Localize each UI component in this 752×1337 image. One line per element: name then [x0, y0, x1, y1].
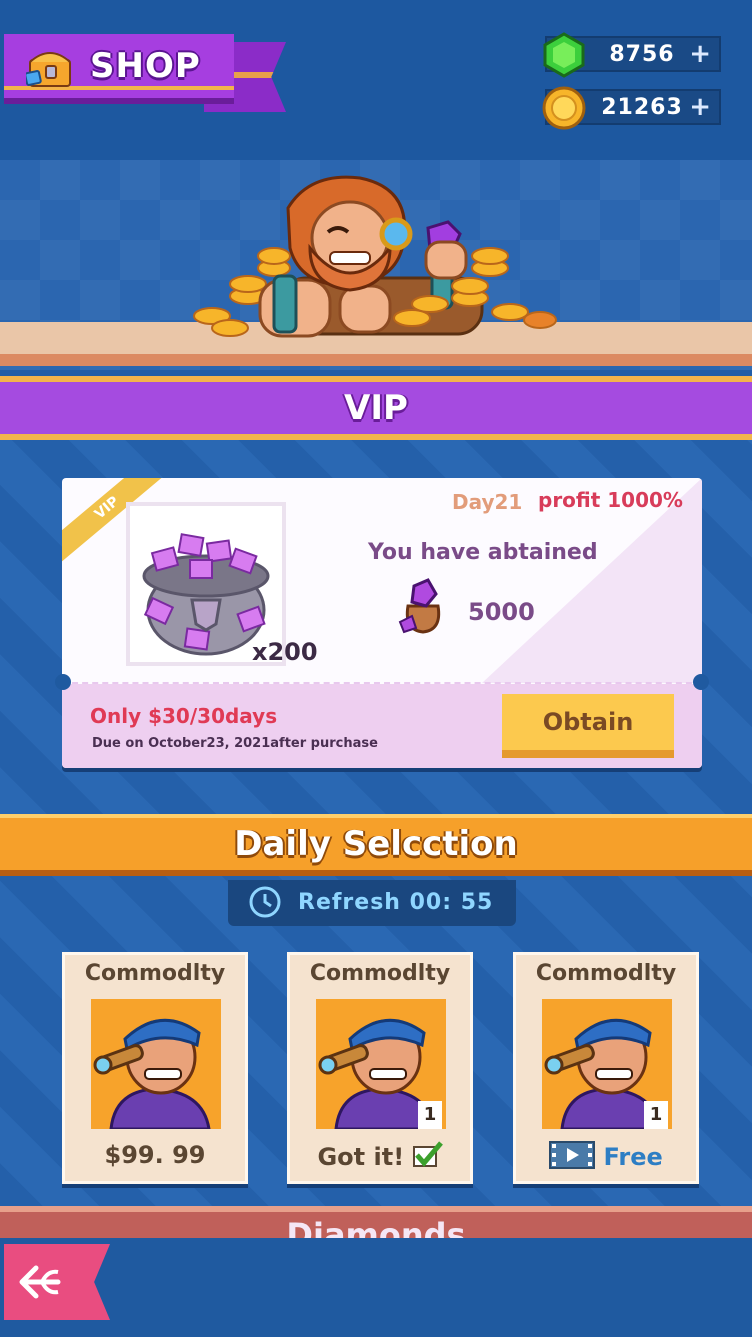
daily-section-title: Daily Selcction [234, 824, 518, 864]
video-film-icon [549, 1141, 596, 1169]
coin-amount: 21263 [601, 95, 683, 120]
shopkeeper-illustration [193, 175, 557, 338]
commodity-card[interactable]: Commodlty 1 Free [513, 952, 699, 1184]
daily-section-header: Daily Selcction [0, 814, 752, 876]
green-gem-icon [543, 32, 585, 78]
vip-card: VIP x200 Day21 profit 1000% You have abt… [62, 478, 702, 768]
shop-banner: SHOP [4, 34, 286, 118]
add-coins-button[interactable]: + [689, 92, 711, 122]
got-it-label: Got it! [317, 1143, 405, 1171]
refresh-timer: Refresh 00: 55 [228, 880, 516, 926]
commodity-price: $99. 99 [104, 1141, 206, 1169]
free-label: Free [603, 1143, 663, 1171]
card-notch-left [55, 674, 71, 690]
refresh-countdown: Refresh 00: 55 [298, 890, 494, 915]
vip-section-title: VIP [344, 388, 408, 428]
vip-obtained-value: 5000 [468, 598, 535, 626]
vip-card-footer: Only $30/30days Due on October23, 2021af… [62, 684, 702, 768]
vip-price: Only $30/30days [90, 704, 278, 728]
commodity-status: Got it! [290, 1141, 470, 1171]
vip-card-divider [62, 682, 702, 684]
check-icon [412, 1141, 443, 1167]
vip-obtained-label: You have abtained [368, 540, 598, 565]
shop-title: SHOP [90, 46, 201, 86]
vip-profit-label: profit 1000% [538, 488, 683, 512]
treasure-chest-icon [26, 52, 71, 87]
commodity-title: Commodlty [84, 961, 226, 986]
back-button[interactable] [4, 1244, 110, 1320]
obtain-button[interactable]: Obtain [502, 694, 674, 758]
commodity-card[interactable]: Commodlty $99. 99 [62, 952, 248, 1184]
commodity-count-badge: 1 [418, 1101, 442, 1129]
gem-bag-icon [398, 578, 441, 634]
vip-due-date: Due on October23, 2021after purchase [92, 736, 378, 751]
card-notch-right [693, 674, 709, 690]
vip-section-header: VIP [0, 376, 752, 440]
gold-coin-icon [542, 86, 586, 130]
commodity-card[interactable]: Commodlty 1 Got it! [287, 952, 473, 1184]
commodity-title: Commodlty [309, 961, 451, 986]
commodity-title: Commodlty [535, 961, 677, 986]
commodity-free-offer[interactable]: Free [516, 1141, 696, 1171]
back-arrow-icon [19, 1265, 61, 1299]
coin-counter: 21263 + [542, 86, 721, 130]
gem-counter: 8756 + [543, 32, 721, 78]
vip-day-label: Day21 [452, 490, 523, 514]
bottom-bar [0, 1238, 752, 1337]
commodity-count-badge: 1 [644, 1101, 668, 1129]
pirate-portrait [91, 999, 221, 1129]
add-gems-button[interactable]: + [689, 39, 711, 69]
clock-icon [249, 886, 281, 918]
gem-amount: 8756 [609, 42, 675, 67]
shop-screen: SHOP 8756 + 21263 + VIP VIP x200 Day21 p… [0, 0, 752, 1337]
vip-item-quantity: x200 [252, 638, 318, 666]
